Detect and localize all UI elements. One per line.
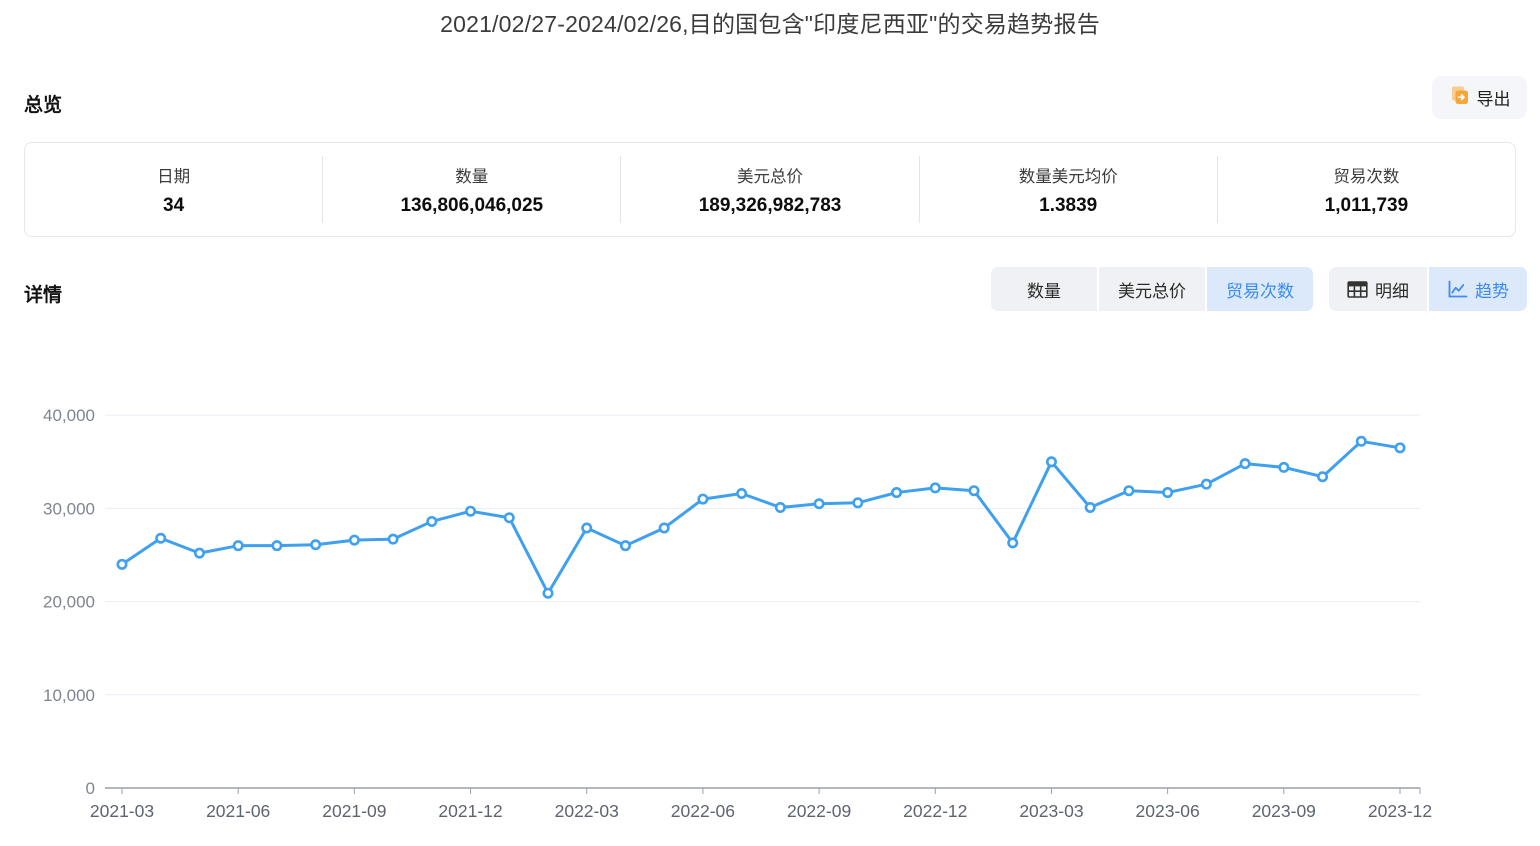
stat-avg-usd-price: 数量美元均价 1.3839 — [920, 143, 1217, 236]
tab-trade-count[interactable]: 贸易次数 — [1207, 267, 1313, 311]
trade-trend-report-page: 2021/02/27-2024/02/26,目的国包含"印度尼西亚"的交易趋势报… — [0, 0, 1540, 846]
stat-label: 美元总价 — [737, 163, 803, 187]
page-title: 2021/02/27-2024/02/26,目的国包含"印度尼西亚"的交易趋势报… — [0, 5, 1540, 39]
stat-value: 1.3839 — [1039, 195, 1097, 217]
tab-quantity[interactable]: 数量 — [991, 267, 1097, 311]
table-icon — [1347, 280, 1368, 299]
trend-chart: 0 10,000 20,000 30,000 40,000 2021-03 2021-06 2… — [0, 370, 1540, 846]
svg-text:10,000: 10,000 — [43, 686, 95, 705]
svg-text:0: 0 — [86, 779, 95, 798]
export-button[interactable]: 导出 — [1432, 76, 1527, 119]
svg-text:20,000: 20,000 — [43, 593, 95, 612]
stat-value: 1,011,739 — [1325, 195, 1408, 217]
detail-heading: 详情 — [24, 280, 62, 307]
tab-detail-view[interactable]: 明细 — [1329, 267, 1427, 311]
stat-label: 数量 — [455, 163, 488, 187]
svg-text:2023-12: 2023-12 — [1368, 801, 1432, 821]
stat-label: 贸易次数 — [1333, 163, 1399, 187]
svg-text:2021-12: 2021-12 — [438, 801, 502, 821]
svg-text:2022-09: 2022-09 — [787, 801, 851, 821]
svg-text:2021-06: 2021-06 — [206, 801, 270, 821]
svg-text:2023-06: 2023-06 — [1136, 801, 1200, 821]
tab-label: 趋势 — [1475, 277, 1509, 302]
trend-chart-svg: 0 10,000 20,000 30,000 40,000 2021-03 2021-06 2… — [0, 370, 1540, 846]
export-icon — [1449, 85, 1470, 111]
view-tab-group: 明细 趋势 — [1329, 267, 1527, 311]
stat-value: 136,806,046,025 — [400, 195, 543, 217]
stat-value: 34 — [163, 195, 184, 217]
stat-usd-total: 美元总价 189,326,982,783 — [621, 143, 918, 236]
svg-text:40,000: 40,000 — [43, 406, 95, 425]
overview-heading: 总览 — [24, 90, 62, 117]
overview-stats-card: 日期 34 数量 136,806,046,025 美元总价 189,326,98… — [24, 142, 1516, 237]
stat-trade-count: 贸易次数 1,011,739 — [1218, 143, 1515, 236]
svg-text:30,000: 30,000 — [43, 499, 95, 518]
tab-label: 明细 — [1375, 277, 1409, 302]
stat-label: 日期 — [157, 163, 190, 187]
tab-usd-total[interactable]: 美元总价 — [1099, 267, 1205, 311]
export-button-label: 导出 — [1477, 85, 1511, 110]
svg-text:2023-09: 2023-09 — [1252, 801, 1316, 821]
svg-text:2021-09: 2021-09 — [322, 801, 386, 821]
svg-text:2022-06: 2022-06 — [671, 801, 735, 821]
svg-text:2022-03: 2022-03 — [555, 801, 619, 821]
svg-text:2022-12: 2022-12 — [903, 801, 967, 821]
stat-quantity: 数量 136,806,046,025 — [323, 143, 620, 236]
stat-value: 189,326,982,783 — [699, 195, 842, 217]
tab-trend-view[interactable]: 趋势 — [1429, 267, 1527, 311]
stat-date: 日期 34 — [25, 143, 322, 236]
svg-text:2021-03: 2021-03 — [90, 801, 154, 821]
metric-tab-group: 数量 美元总价 贸易次数 — [991, 267, 1313, 311]
stat-label: 数量美元均价 — [1019, 163, 1118, 187]
svg-text:2023-03: 2023-03 — [1019, 801, 1083, 821]
trend-line-icon — [1447, 280, 1468, 299]
